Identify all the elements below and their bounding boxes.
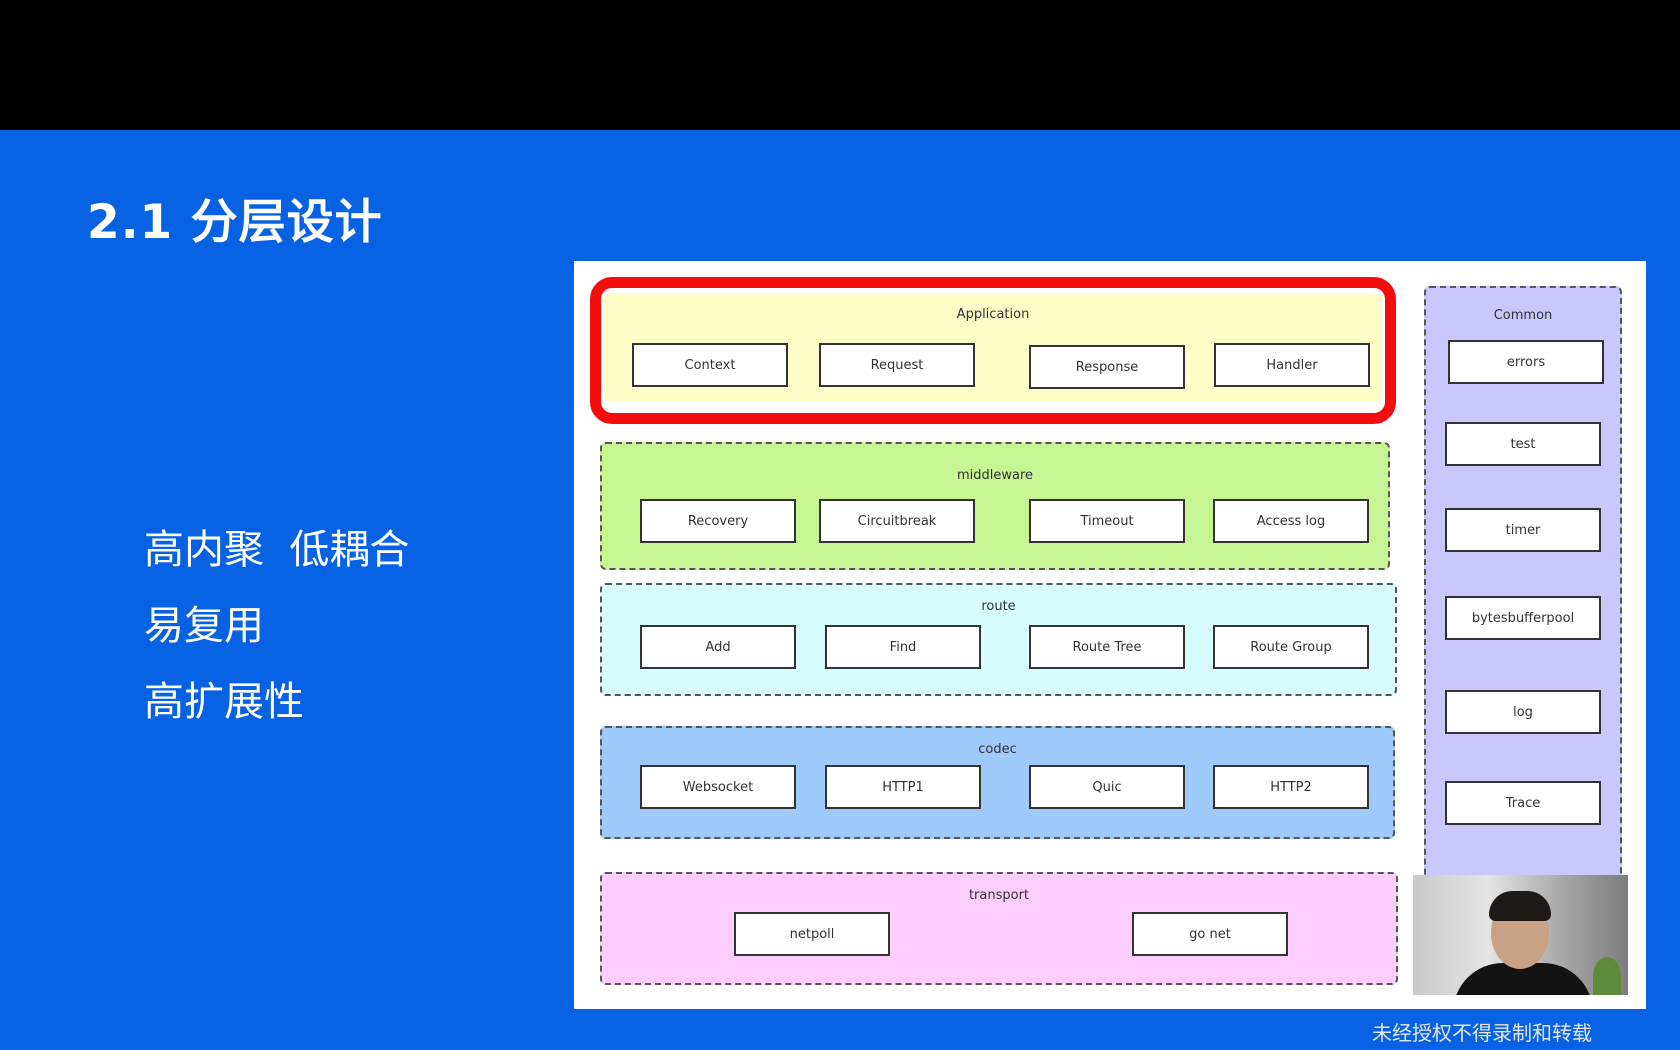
node-circuitbreak: Circuitbreak	[819, 499, 975, 543]
layer-title: codec	[978, 742, 1017, 757]
layer-title: Common	[1493, 308, 1553, 323]
node-bytesbufferpool: bytesbufferpool	[1445, 596, 1601, 640]
webcam-overlay	[1413, 875, 1628, 995]
layer-common: Common errors test timer bytesbufferpool…	[1424, 286, 1622, 886]
slide-title: 2.1 分层设计	[87, 195, 383, 250]
bullet-item: 易复用	[144, 603, 264, 649]
node-test: test	[1445, 422, 1601, 466]
node-log: log	[1445, 690, 1601, 734]
node-go-net: go net	[1132, 912, 1288, 956]
node-timer: timer	[1445, 508, 1601, 552]
node-recovery: Recovery	[640, 499, 796, 543]
node-quic: Quic	[1029, 765, 1185, 809]
node-route-tree: Route Tree	[1029, 625, 1185, 669]
layer-title: route	[981, 599, 1016, 614]
bullet-item: 高扩展性	[144, 679, 304, 725]
node-trace: Trace	[1445, 781, 1601, 825]
layer-route: route Add Find Route Tree Route Group	[600, 583, 1397, 696]
node-errors: errors	[1448, 340, 1604, 384]
layer-title: middleware	[956, 468, 1034, 483]
node-access-log: Access log	[1213, 499, 1369, 543]
watermark-text: 未经授权不得录制和转载	[1372, 1021, 1592, 1045]
node-route-group: Route Group	[1213, 625, 1369, 669]
bullet-list: 高内聚 低耦合 易复用 高扩展性	[144, 512, 409, 740]
bullet-item: 高内聚 低耦合	[144, 527, 410, 573]
plant-shape	[1593, 957, 1621, 995]
layer-transport: transport netpoll go net	[600, 872, 1398, 985]
layer-codec: codec Websocket HTTP1 Quic HTTP2	[600, 726, 1395, 839]
node-http1: HTTP1	[825, 765, 981, 809]
node-find: Find	[825, 625, 981, 669]
layer-title: transport	[968, 888, 1030, 903]
node-netpoll: netpoll	[734, 912, 890, 956]
node-add: Add	[640, 625, 796, 669]
node-websocket: Websocket	[640, 765, 796, 809]
layer-middleware: middleware Recovery Circuitbreak Timeout…	[600, 442, 1390, 570]
highlight-outline	[590, 277, 1396, 424]
node-timeout: Timeout	[1029, 499, 1185, 543]
node-http2: HTTP2	[1213, 765, 1369, 809]
presenter-hair	[1489, 891, 1551, 921]
